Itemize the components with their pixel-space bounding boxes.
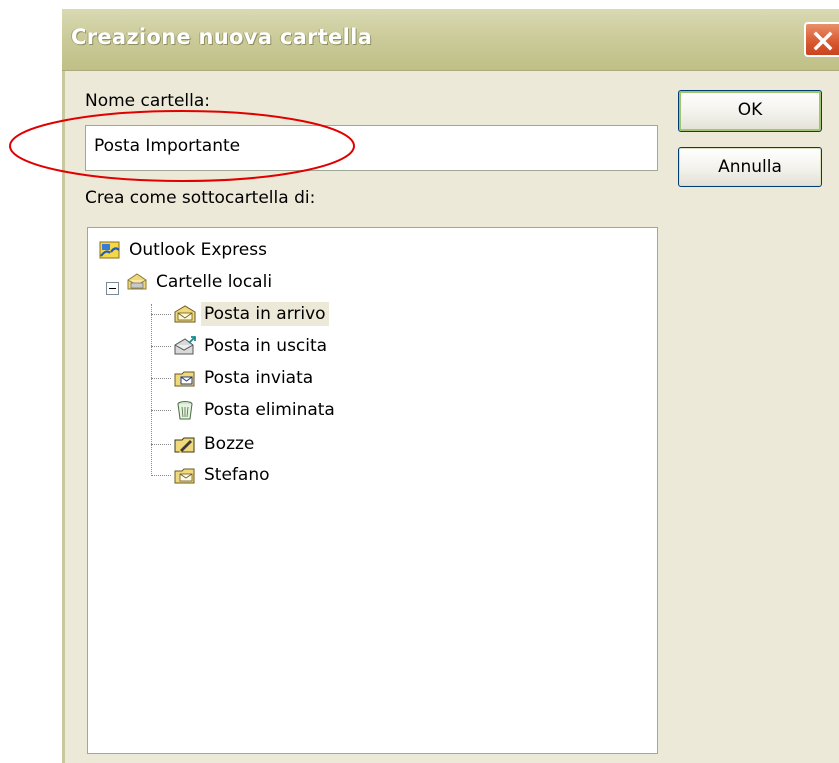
parent-folder-label: Crea come sottocartella di:: [85, 188, 316, 208]
tree-item-drafts[interactable]: Bozze: [173, 430, 257, 458]
tree-item-outbox[interactable]: Posta in uscita: [173, 332, 330, 360]
folder-name-field[interactable]: Posta Importante: [85, 125, 658, 171]
tree-item-label: Posta in uscita: [204, 336, 328, 356]
tree-item-deleted[interactable]: Posta eliminata: [173, 396, 338, 424]
folder-icon: [174, 468, 195, 484]
close-icon: [813, 31, 833, 51]
tree-item-label: Cartelle locali: [156, 272, 273, 292]
folder-tree[interactable]: Outlook Express Cartelle locali Posta in…: [87, 227, 658, 754]
tree-connector: [151, 314, 171, 315]
drafts-icon: [174, 437, 195, 453]
deleted-items-icon: [177, 401, 193, 420]
tree-connector: [151, 378, 171, 379]
tree-item-label: Posta inviata: [204, 368, 314, 388]
tree-item-inbox[interactable]: Posta in arrivo: [173, 300, 329, 328]
window-frame-left: [62, 71, 65, 763]
outbox-icon: [174, 336, 196, 355]
tree-item-label: Bozze: [204, 434, 255, 454]
tree-item-label: Posta eliminata: [204, 400, 335, 420]
local-folders-icon: [127, 273, 147, 290]
folder-name-label: Nome cartella:: [85, 91, 211, 111]
new-folder-dialog: Creazione nuova cartella Nome cartella: …: [62, 9, 839, 763]
screen: Creazione nuova cartella Nome cartella: …: [0, 0, 839, 763]
tree-item-local-folders[interactable]: Cartelle locali: [125, 268, 275, 296]
collapse-toggle[interactable]: [106, 282, 119, 295]
tree-item-outlook-express[interactable]: Outlook Express: [98, 236, 270, 264]
tree-item-label: Stefano: [204, 465, 270, 485]
outlook-express-icon: [99, 241, 120, 259]
title-bar[interactable]: Creazione nuova cartella: [62, 9, 839, 71]
tree-item-label: Posta in arrivo: [201, 302, 329, 326]
tree-connector: [151, 475, 171, 476]
sent-items-icon: [174, 371, 195, 387]
tree-connector: [151, 444, 171, 445]
inbox-icon: [174, 305, 196, 323]
tree-item-sent[interactable]: Posta inviata: [173, 364, 316, 392]
dialog-title: Creazione nuova cartella: [71, 25, 373, 49]
tree-item-stefano[interactable]: Stefano: [173, 461, 273, 489]
close-button[interactable]: [804, 22, 839, 57]
tree-connector: [151, 346, 171, 347]
tree-connector: [151, 304, 152, 476]
cancel-button[interactable]: Annulla: [678, 147, 822, 187]
ok-button[interactable]: OK: [678, 90, 822, 132]
tree-connector: [151, 410, 171, 411]
tree-item-label: Outlook Express: [129, 240, 267, 260]
